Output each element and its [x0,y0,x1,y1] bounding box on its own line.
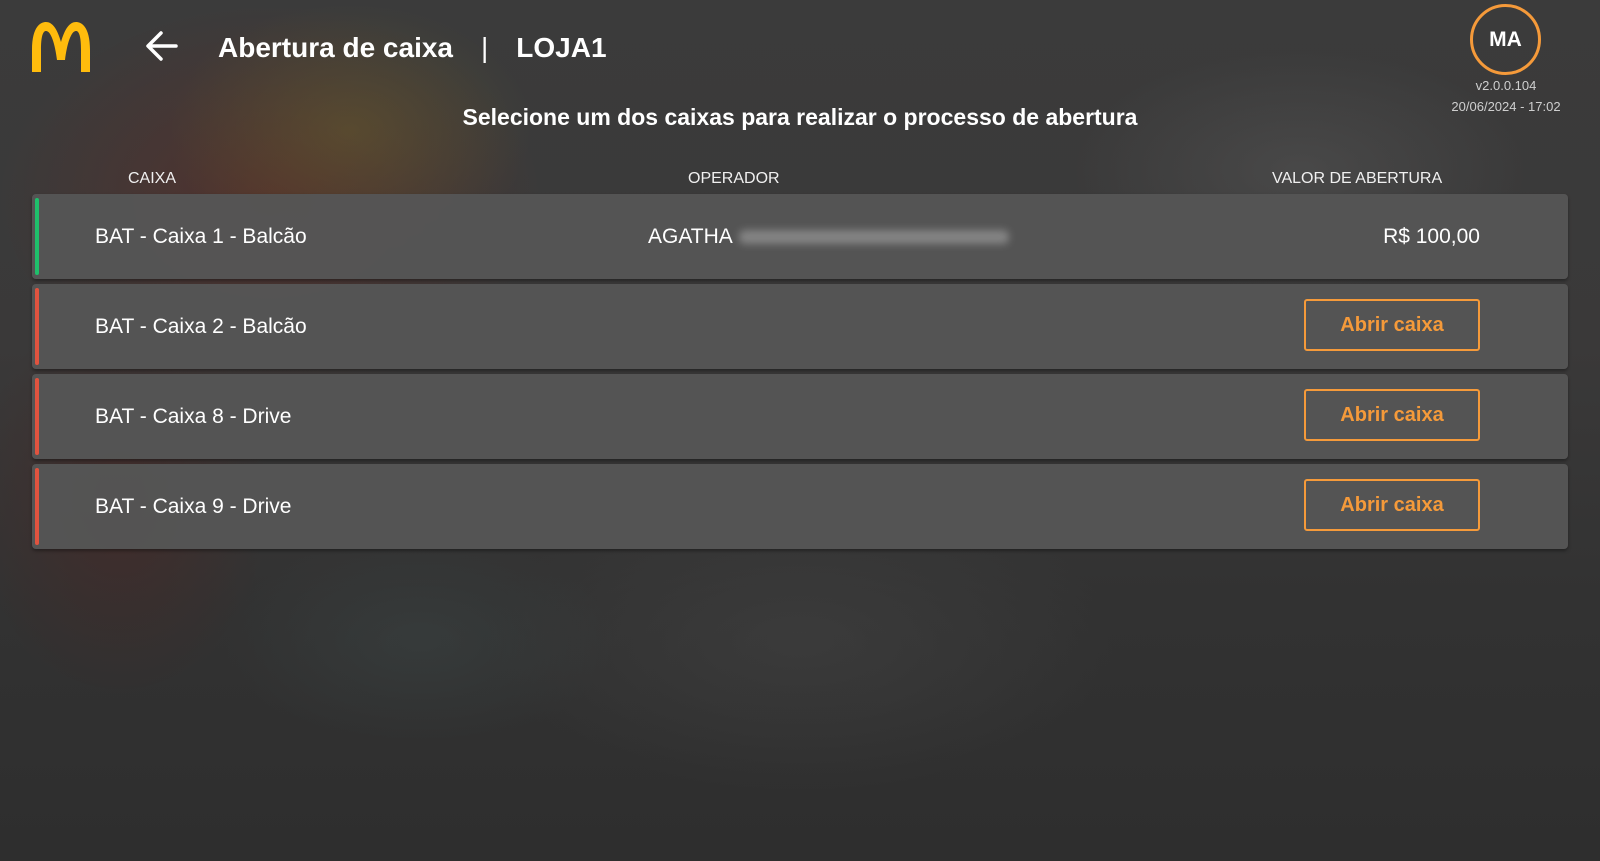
arrow-left-icon [146,31,178,61]
register-list: BAT - Caixa 1 - Balcão AGATHA R$ 100,00 … [32,194,1568,554]
user-avatar[interactable]: MA [1470,4,1541,75]
status-indicator-closed [35,468,39,545]
register-name: BAT - Caixa 9 - Drive [95,495,292,518]
status-indicator-closed [35,378,39,455]
title-separator: | [481,32,489,63]
register-row: BAT - Caixa 8 - Drive Abrir caixa [32,374,1568,459]
redacted-surname [738,230,1009,245]
register-row: BAT - Caixa 2 - Balcão Abrir caixa [32,284,1568,369]
instruction-subtitle: Selecione um dos caixas para realizar o … [462,104,1138,130]
app-version: v2.0.0.104 [1475,78,1537,93]
register-row[interactable]: BAT - Caixa 1 - Balcão AGATHA R$ 100,00 [32,194,1568,279]
register-name: BAT - Caixa 8 - Drive [95,405,292,428]
page-title-text: Abertura de caixa [218,32,453,63]
status-indicator-closed [35,288,39,365]
mcdonalds-logo-icon [32,22,90,72]
back-button[interactable] [144,28,180,64]
open-register-button[interactable]: Abrir caixa [1304,389,1480,441]
store-name: LOJA1 [516,32,607,63]
column-header-caixa: CAIXA [128,170,177,187]
operator-name: AGATHA [648,225,733,248]
page-title: Abertura de caixa | LOJA1 [218,28,607,68]
open-register-button[interactable]: Abrir caixa [1304,299,1480,351]
column-header-operador: OPERADOR [688,170,780,187]
user-initials: MA [1489,27,1522,51]
register-operator: AGATHA [648,194,1009,279]
register-name: BAT - Caixa 2 - Balcão [95,315,307,338]
status-indicator-open [35,198,39,275]
register-row: BAT - Caixa 9 - Drive Abrir caixa [32,464,1568,549]
app-root: Abertura de caixa | LOJA1 MA v2.0.0.104 … [0,0,1600,861]
register-name: BAT - Caixa 1 - Balcão [95,225,307,248]
open-register-button[interactable]: Abrir caixa [1304,479,1480,531]
register-opening-value: R$ 100,00 [1383,225,1480,248]
column-header-valor: VALOR DE ABERTURA [1272,170,1443,187]
